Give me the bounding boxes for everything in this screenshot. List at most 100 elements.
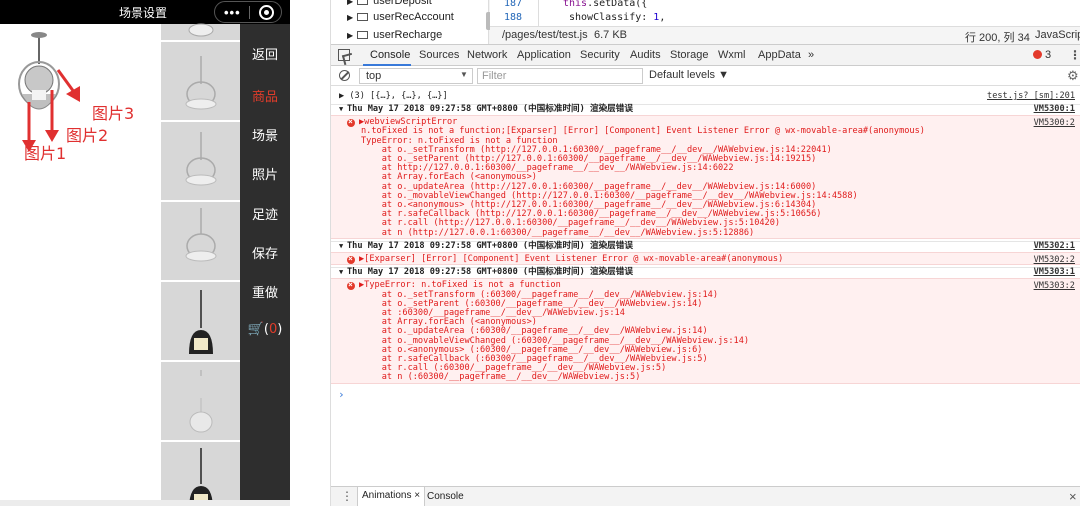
code-text: .setData({ — [587, 0, 648, 9]
console-prompt[interactable]: › — [338, 388, 345, 401]
drawer-tab-animations[interactable]: Animations × — [357, 487, 426, 506]
product-thumbnail[interactable] — [161, 284, 240, 362]
log-levels-dropdown[interactable]: Default levels ▼ — [649, 69, 729, 81]
product-thumbnail[interactable] — [161, 124, 240, 202]
close-drawer-icon[interactable]: × — [1069, 489, 1077, 504]
console-output[interactable]: ▶ (3) [{…}, {…}, {…}] test.js? [sm]:201 … — [331, 86, 1080, 486]
product-thumbnail[interactable] — [161, 204, 240, 282]
context-value: top — [366, 70, 382, 82]
cursor-position: 行 200, 列 34 — [965, 32, 1030, 44]
error-icon — [1033, 50, 1042, 59]
gutter-divider — [538, 0, 539, 26]
gear-icon[interactable]: ⚙ — [1067, 68, 1079, 84]
close-mini-program-icon[interactable] — [259, 5, 274, 20]
code-text: showClassify: — [569, 12, 654, 23]
code-keyword: this — [563, 0, 588, 9]
source-link[interactable]: test.js? [sm]:201 — [987, 91, 1075, 102]
kebab-menu-icon[interactable]: ⋮ — [1069, 48, 1080, 62]
tab-appdata[interactable]: AppData — [758, 49, 801, 61]
mini-program-simulator: 场景设置 ••• 图片1 图片2 图片3 返回 商品 场景 照片 足迹 保存 重… — [0, 0, 290, 506]
source-link[interactable]: VM5303:2 — [1034, 281, 1075, 291]
console-group-header[interactable]: ▼ Thu May 17 2018 09:27:58 GMT+0800 (中国标准… — [331, 240, 1080, 250]
expand-arrow-icon: ▶ — [347, 31, 354, 40]
more-tabs-icon[interactable]: » — [808, 49, 814, 61]
error-message-block[interactable]: VM5300:2▶webviewScriptErrorn.toFixed is … — [331, 115, 1080, 239]
menu-item-footprint[interactable]: 足迹 — [240, 204, 290, 223]
line-number: 188 — [504, 12, 523, 23]
tab-console[interactable]: Console — [370, 49, 410, 61]
code-line: showClassify: 1, — [569, 12, 665, 23]
console-group-header[interactable]: ▼ Thu May 17 2018 09:27:58 GMT+0800 (中国标准… — [331, 104, 1080, 114]
collapse-arrow-icon[interactable]: ▼ — [339, 242, 343, 252]
file-tree: ▶ userDeposit ▶ userRecAccount ▶ userRechar… — [331, 0, 491, 44]
menu-item-back[interactable]: 返回 — [240, 44, 290, 63]
simulator-bottom-bar — [0, 500, 290, 506]
error-icon — [347, 254, 355, 264]
source-link[interactable]: VM5300:1 — [1034, 104, 1075, 115]
object-preview[interactable]: ▶ (3) [{…}, {…}, {…}] — [339, 91, 448, 102]
simulator-navbar: 场景设置 ••• — [0, 0, 290, 24]
tab-audits[interactable]: Audits — [630, 49, 661, 61]
menu-item-photo[interactable]: 照片 — [240, 164, 290, 183]
drawer-tab-console[interactable]: Console — [427, 491, 464, 502]
bottom-drawer: ⋮ Animations × Console × — [331, 486, 1080, 506]
menu-item-cart[interactable]: 🛒(0) — [240, 322, 290, 337]
error-count: 3 — [1045, 49, 1052, 61]
code-line: this.setData({ — [563, 0, 647, 9]
cart-suffix: ) — [277, 322, 283, 337]
source-link[interactable]: VM5300:2 — [1034, 118, 1075, 128]
filter-input[interactable]: Filter — [477, 68, 643, 84]
source-link[interactable]: VM5303:1 — [1034, 268, 1075, 278]
error-counter[interactable]: 3 — [1033, 49, 1051, 61]
product-thumbnail[interactable] — [161, 0, 240, 42]
line-number: 187 — [504, 0, 523, 9]
menu-item-redo[interactable]: 重做 — [240, 282, 290, 301]
tree-item[interactable]: ▶ userRecharge — [347, 29, 442, 41]
tab-network[interactable]: Network — [467, 49, 507, 61]
menu-item-products[interactable]: 商品 — [240, 86, 290, 105]
group-header-text: Thu May 17 2018 09:27:58 GMT+0800 (中国标准时… — [347, 104, 633, 114]
collapse-arrow-icon[interactable]: ▼ — [339, 268, 343, 278]
scene-canvas[interactable]: 图片1 图片2 图片3 — [0, 24, 161, 500]
cart-icon: 🛒( — [247, 322, 269, 337]
tab-storage[interactable]: Storage — [670, 49, 709, 61]
folder-icon — [357, 13, 369, 21]
tree-item-label: userRecharge — [373, 29, 443, 41]
devtools-tabbar: Console Sources Network Application Secu… — [331, 44, 1080, 66]
tab-application[interactable]: Application — [517, 49, 571, 61]
tree-item[interactable]: ▶ userRecAccount — [347, 11, 454, 23]
sources-area: ▶ userDeposit ▶ userRecAccount ▶ userRechar… — [331, 0, 1080, 44]
chandelier-icon — [185, 132, 217, 186]
source-link[interactable]: VM5302:2 — [1034, 255, 1075, 265]
menu-item-scene[interactable]: 场景 — [240, 125, 290, 144]
folder-icon — [357, 31, 369, 39]
pendant-lamp-icon — [189, 370, 213, 433]
tree-item[interactable]: ▶ userDeposit — [347, 0, 432, 7]
line-text: ▶[Exparser] [Error] [Component] Event Li… — [359, 254, 784, 264]
console-group-header[interactable]: ▼ Thu May 17 2018 09:27:58 GMT+0800 (中国标准… — [331, 267, 1080, 277]
menu-item-save[interactable]: 保存 — [240, 243, 290, 262]
drawer-menu-icon[interactable]: ⋮ — [341, 489, 353, 503]
tab-wxml[interactable]: Wxml — [718, 49, 746, 61]
chevron-down-icon: ▼ — [460, 70, 468, 79]
code-editor[interactable]: 187 this.setData({ 188 showClassify: 1, — [490, 0, 1080, 26]
product-thumbnail[interactable] — [161, 444, 240, 506]
context-select[interactable]: top ▼ — [359, 68, 473, 84]
tab-security[interactable]: Security — [580, 49, 620, 61]
source-link[interactable]: VM5302:1 — [1034, 241, 1075, 252]
product-thumbnail[interactable] — [161, 44, 240, 122]
inspect-element-icon[interactable] — [338, 49, 350, 61]
clear-console-icon[interactable] — [339, 70, 350, 81]
tab-sources[interactable]: Sources — [419, 49, 459, 61]
capsule-divider — [249, 6, 250, 19]
arrow-icon — [56, 69, 80, 102]
collapse-arrow-icon[interactable]: ▼ — [339, 105, 343, 115]
product-thumbnail[interactable] — [161, 364, 240, 442]
line-text: at n (http://127.0.0.1:60300/__pageframe… — [361, 227, 755, 238]
cart-count: 0 — [268, 322, 278, 337]
error-icon — [347, 117, 355, 128]
tree-item-label: userDeposit — [373, 0, 432, 7]
error-message-block[interactable]: VM5302:2 ▶[Exparser] [Error] [Component] … — [331, 252, 1080, 266]
annotation-label-1: 图片1 — [24, 144, 67, 163]
error-message-block[interactable]: VM5303:2▶TypeError: n.toFixed is not a f… — [331, 278, 1080, 384]
